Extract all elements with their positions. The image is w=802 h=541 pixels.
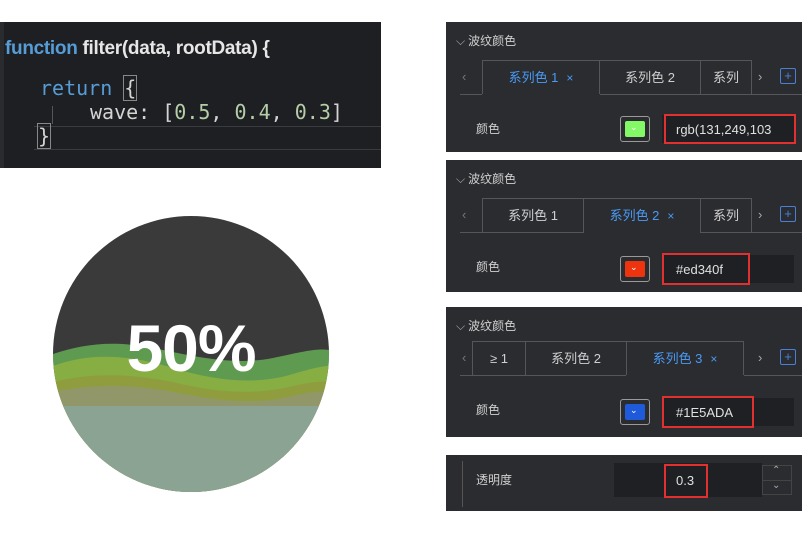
tab-scroll-left-icon[interactable]: ‹ <box>462 350 466 365</box>
highlight-box <box>664 464 708 498</box>
close-brace: } <box>36 123 52 149</box>
close-icon[interactable]: × <box>566 71 573 85</box>
tab-scroll-right-icon[interactable]: › <box>758 69 762 84</box>
panel-header-label: 波纹颜色 <box>468 319 517 333</box>
current-line-highlight <box>34 126 381 150</box>
tab-baseline <box>460 94 482 95</box>
panel-header[interactable]: ⌵ 波纹颜色 <box>456 317 516 334</box>
function-signature: filter(data, rootData) { <box>77 38 270 59</box>
keyword-function: function <box>5 38 78 59</box>
tab-label: 系列色 2 <box>609 208 660 223</box>
color-picker[interactable]: ⌄ <box>620 256 650 282</box>
tab-scroll-left-icon[interactable]: ‹ <box>462 69 466 84</box>
color-picker[interactable]: ⌄ <box>620 116 650 142</box>
tab-scroll-right-icon[interactable]: › <box>758 207 762 222</box>
decrement-icon[interactable]: ⌄ <box>772 480 780 491</box>
wave-key: wave: [ <box>90 100 175 124</box>
tab-series-2[interactable]: 系列色 2 × <box>583 198 701 232</box>
tab-label: 系列色 3 <box>652 351 703 366</box>
wave-value-2: 0.4 <box>234 100 271 124</box>
chevron-down-icon: ⌄ <box>630 405 638 415</box>
color-panel-1: ⌵ 波纹颜色 ‹ 系列色 1 × 系列色 2 系列 › + 颜色 ⌄ rgb(131… <box>446 22 802 152</box>
code-line-return: return { <box>40 75 138 101</box>
open-brace: { <box>123 75 138 101</box>
collapse-icon: ⌵ <box>456 34 466 48</box>
tab-baseline <box>744 375 802 376</box>
wave-sep-2: , <box>270 100 295 124</box>
tab-baseline <box>600 94 802 95</box>
chevron-down-icon: ⌄ <box>630 262 638 272</box>
opacity-label: 透明度 <box>476 473 513 487</box>
panel-header-label: 波纹颜色 <box>468 34 517 48</box>
tab-label: 系列 <box>712 208 739 223</box>
tab-baseline <box>460 232 584 233</box>
panel-header[interactable]: ⌵ 波纹颜色 <box>456 170 516 187</box>
increment-icon[interactable]: ⌃ <box>772 465 780 476</box>
collapse-icon: ⌵ <box>456 319 466 333</box>
tab-series-3[interactable]: 系列 <box>700 60 752 94</box>
highlight-box <box>664 114 796 144</box>
tab-label: 系列色 1 <box>508 70 559 85</box>
color-label: 颜色 <box>476 260 501 274</box>
code-line-function: function filter(data, rootData) { <box>5 38 270 60</box>
highlight-box <box>662 396 754 428</box>
indent-guide <box>52 106 53 124</box>
color-label: 颜色 <box>476 122 501 136</box>
tab-baseline <box>460 375 626 376</box>
tab-label: 系列色 2 <box>551 351 601 366</box>
tab-series-2[interactable]: 系列色 2 <box>599 60 701 94</box>
code-editor: function filter(data, rootData) { return… <box>0 22 381 168</box>
color-label: 颜色 <box>476 403 501 417</box>
add-series-button[interactable]: + <box>780 68 796 84</box>
keyword-return: return <box>40 76 113 100</box>
panel-header[interactable]: ⌵ 波纹颜色 <box>456 32 516 49</box>
add-series-button[interactable]: + <box>780 206 796 222</box>
percent-label: 50% <box>126 311 256 385</box>
tab-series-3[interactable]: 系列色 3 × <box>626 341 744 375</box>
tab-series-2[interactable]: 系列色 2 <box>525 341 627 375</box>
tab-series-3[interactable]: 系列 <box>700 198 752 232</box>
tab-baseline <box>700 232 802 233</box>
code-line-wave: wave: [0.5, 0.4, 0.3] <box>90 100 343 124</box>
wave-value-3: 0.3 <box>294 100 331 124</box>
tab-series-1[interactable]: 系列色 1 <box>482 198 584 232</box>
opacity-panel: 透明度 0.3 ⌃ ⌄ <box>446 455 802 511</box>
add-series-button[interactable]: + <box>780 349 796 365</box>
liquid-fill-ball: 50% <box>53 216 329 492</box>
panel-header-label: 波纹颜色 <box>468 172 517 186</box>
tab-scroll-right-icon[interactable]: › <box>758 350 762 365</box>
tab-label: 系列色 1 <box>508 208 558 223</box>
tab-label: 系列色 2 <box>625 70 675 85</box>
series-tabs: ‹ 系列色 1 系列色 2 × 系列 › + <box>460 198 802 232</box>
highlight-box <box>662 253 750 285</box>
code-line-close: } <box>36 123 52 149</box>
close-icon[interactable]: × <box>667 209 674 223</box>
series-tabs: ‹ 系列色 1 × 系列色 2 系列 › + <box>460 60 802 94</box>
close-icon[interactable]: × <box>710 352 717 366</box>
collapse-icon: ⌵ <box>456 172 466 186</box>
chevron-down-icon: ⌄ <box>630 122 638 132</box>
editor-gutter <box>0 22 4 168</box>
color-panel-3: ⌵ 波纹颜色 ‹ ≥ 1 系列色 2 系列色 3 × › + 颜色 ⌄ #1E5AD… <box>446 307 802 437</box>
color-picker[interactable]: ⌄ <box>620 399 650 425</box>
tab-scroll-left-icon[interactable]: ‹ <box>462 207 466 222</box>
wave-value-1: 0.5 <box>174 100 211 124</box>
tab-series-1[interactable]: ≥ 1 <box>472 341 526 375</box>
wave-sep-1: , <box>210 100 235 124</box>
close-bracket: ] <box>330 100 343 124</box>
indent-line <box>462 461 463 507</box>
series-tabs: ‹ ≥ 1 系列色 2 系列色 3 × › + <box>460 341 802 375</box>
color-panel-2: ⌵ 波纹颜色 ‹ 系列色 1 系列色 2 × 系列 › + 颜色 ⌄ #ed340f <box>446 160 802 292</box>
tab-series-1[interactable]: 系列色 1 × <box>482 60 600 94</box>
opacity-stepper[interactable]: ⌃ ⌄ <box>762 465 792 495</box>
tab-label: ≥ 1 <box>490 351 508 366</box>
tab-label: 系列 <box>712 70 739 85</box>
